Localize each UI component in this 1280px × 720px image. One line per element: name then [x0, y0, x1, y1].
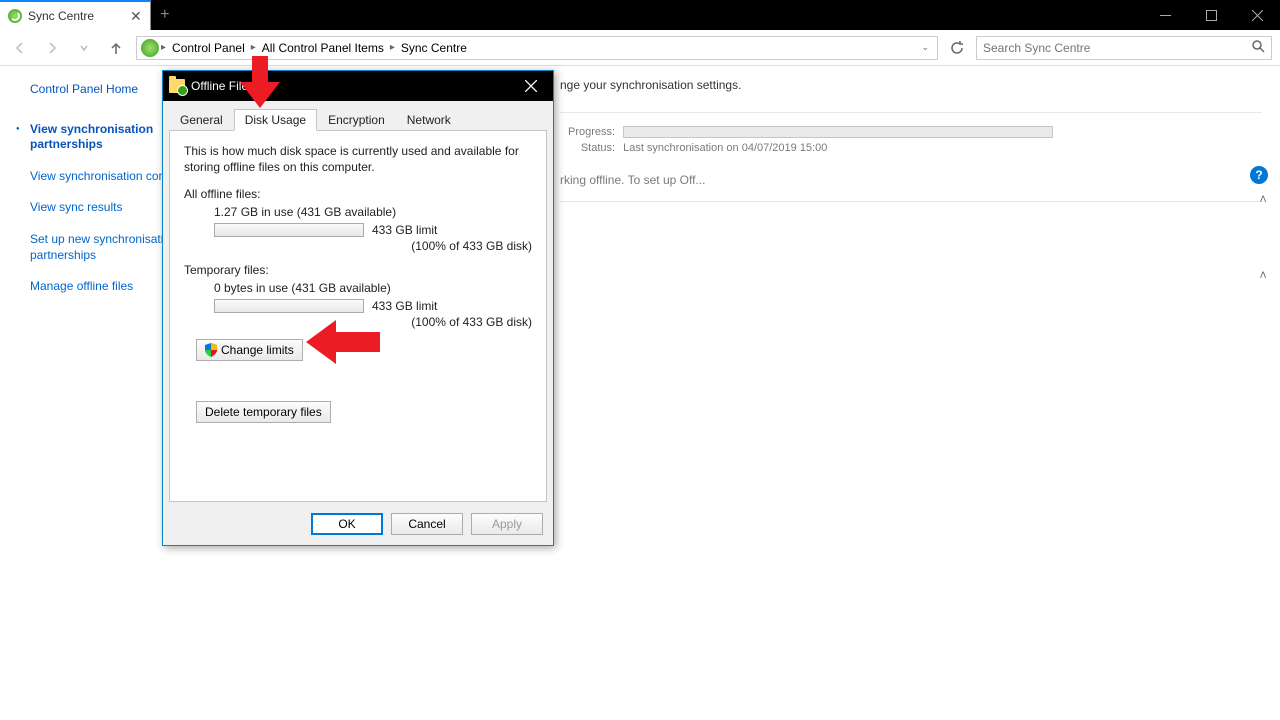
offline-text-row: rking offline. To set up Off...: [560, 163, 1262, 197]
offline-files-icon: [169, 79, 185, 93]
chevron-right-icon[interactable]: ▸: [161, 42, 166, 53]
minimize-button[interactable]: [1142, 0, 1188, 30]
temp-percent: (100% of 433 GB disk): [214, 315, 532, 329]
address-path[interactable]: ▸ Control Panel ▸ All Control Panel Item…: [136, 36, 938, 60]
window-controls: [1142, 0, 1280, 30]
help-icon[interactable]: ?: [1250, 166, 1268, 184]
new-tab-button[interactable]: +: [151, 0, 179, 30]
back-button[interactable]: [8, 36, 32, 60]
search-icon: [1252, 40, 1265, 56]
address-bar: ▸ Control Panel ▸ All Control Panel Item…: [0, 30, 1280, 66]
dialog-close-button[interactable]: [515, 74, 547, 98]
window-tab[interactable]: Sync Centre ✕: [0, 0, 151, 30]
progress-label: Progress:: [562, 125, 621, 139]
tab-general[interactable]: General: [169, 109, 234, 131]
ok-button[interactable]: OK: [311, 513, 383, 535]
recent-button[interactable]: [72, 36, 96, 60]
temp-usage: 0 bytes in use (431 GB available): [214, 281, 532, 295]
all-offline-bar: [214, 223, 364, 237]
all-offline-usage: 1.27 GB in use (431 GB available): [214, 205, 532, 219]
all-offline-limit: 433 GB limit: [372, 223, 437, 237]
status-label: Status:: [562, 141, 621, 155]
cancel-button[interactable]: Cancel: [391, 513, 463, 535]
search-input[interactable]: [983, 41, 1265, 55]
dialog-body: This is how much disk space is currently…: [169, 130, 547, 502]
tab-network[interactable]: Network: [396, 109, 462, 131]
breadcrumb-control-panel[interactable]: Control Panel: [168, 41, 249, 55]
close-tab-icon[interactable]: ✕: [130, 8, 142, 25]
tab-encryption[interactable]: Encryption: [317, 109, 396, 131]
sync-status-row: Progress: Status: Last synchronisation o…: [560, 117, 1262, 163]
chevron-right-icon[interactable]: ▸: [390, 42, 395, 53]
title-bar: Sync Centre ✕ +: [0, 0, 1280, 30]
offline-files-dialog: Offline Files General Disk Usage Encrypt…: [162, 70, 554, 546]
temp-limit: 433 GB limit: [372, 299, 437, 313]
tab-disk-usage[interactable]: Disk Usage: [234, 109, 317, 131]
status-value: Last synchronisation on 04/07/2019 15:00: [623, 142, 827, 154]
all-offline-percent: (100% of 433 GB disk): [214, 239, 532, 253]
chevron-up-icon[interactable]: ᐱ: [1260, 194, 1274, 208]
dialog-footer: OK Cancel Apply: [163, 503, 553, 545]
temp-bar: [214, 299, 364, 313]
address-dropdown[interactable]: ⌄: [917, 42, 933, 53]
sync-centre-icon: [141, 39, 159, 57]
dialog-tabs: General Disk Usage Encryption Network: [163, 101, 553, 131]
up-button[interactable]: [104, 36, 128, 60]
chevron-right-icon[interactable]: ▸: [251, 42, 256, 53]
forward-button[interactable]: [40, 36, 64, 60]
progress-bar: [623, 126, 1053, 138]
dialog-title: Offline Files: [191, 79, 254, 93]
refresh-button[interactable]: [946, 37, 968, 59]
close-window-button[interactable]: [1234, 0, 1280, 30]
change-limits-button[interactable]: Change limits: [196, 339, 303, 361]
temp-files-label: Temporary files:: [184, 263, 532, 277]
tab-title: Sync Centre: [28, 9, 94, 23]
breadcrumb-sync-centre[interactable]: Sync Centre: [397, 41, 471, 55]
all-offline-files-label: All offline files:: [184, 187, 532, 201]
breadcrumb-all-items[interactable]: All Control Panel Items: [258, 41, 388, 55]
delete-temp-button[interactable]: Delete temporary files: [196, 401, 331, 423]
apply-button[interactable]: Apply: [471, 513, 543, 535]
sync-centre-icon: [8, 9, 22, 23]
delete-temp-label: Delete temporary files: [205, 405, 322, 419]
chevron-up-icon[interactable]: ᐱ: [1260, 270, 1274, 284]
disk-usage-intro: This is how much disk space is currently…: [184, 143, 532, 175]
maximize-button[interactable]: [1188, 0, 1234, 30]
search-box[interactable]: [976, 36, 1272, 60]
change-limits-label: Change limits: [221, 343, 294, 357]
shield-icon: [205, 343, 217, 357]
dialog-titlebar[interactable]: Offline Files: [163, 71, 553, 101]
